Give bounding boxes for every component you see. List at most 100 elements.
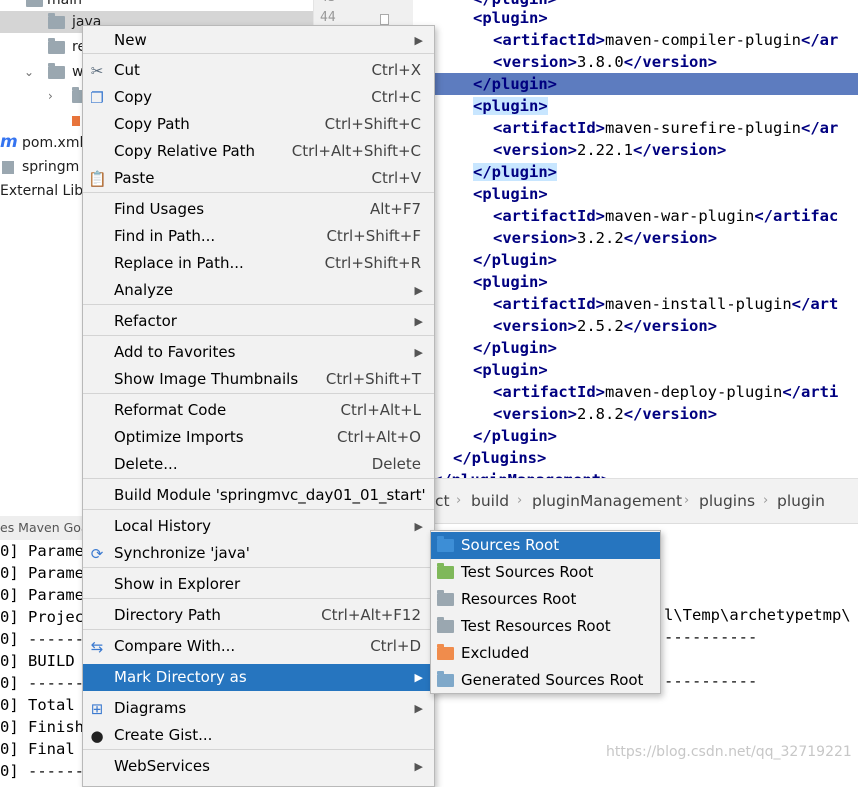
code-line[interactable]: <plugin>: [413, 271, 858, 293]
menu-item-shortcut: Ctrl+D: [370, 637, 421, 655]
xml-bracket: >: [538, 273, 548, 291]
menu-item-show-in-explorer[interactable]: Show in Explorer: [83, 571, 434, 598]
menu-item-compare-with[interactable]: ⇆ Compare With... Ctrl+D: [83, 633, 434, 660]
xml-bracket: <: [473, 185, 483, 203]
code-line[interactable]: <version>2.5.2</version>: [413, 315, 858, 337]
code-line[interactable]: </plugin>: [413, 161, 858, 183]
xml-tag-name: plugin: [482, 273, 539, 291]
menu-item-reformat-code[interactable]: Reformat Code Ctrl+Alt+L: [83, 397, 434, 424]
chevron-down-icon[interactable]: ⌄: [24, 61, 34, 83]
code-line[interactable]: <version>2.8.2</version>: [413, 403, 858, 425]
code-line[interactable]: </plugin>: [413, 425, 858, 447]
code-line[interactable]: </plugin>: [413, 73, 858, 95]
menu-item-label: Synchronize 'java': [114, 544, 250, 562]
menu-item-find-usages[interactable]: Find Usages Alt+F7: [83, 196, 434, 223]
module-file-icon: [2, 161, 14, 174]
xml-bracket: >: [595, 295, 606, 313]
menu-item-local-history[interactable]: Local History ▶: [83, 513, 434, 540]
menu-item-paste[interactable]: 📋 Paste Ctrl+V: [83, 165, 434, 192]
menu-item-diagrams[interactable]: ⊞ Diagrams ▶: [83, 695, 434, 722]
menu-item-copy-relative-path[interactable]: Copy Relative Path Ctrl+Alt+Shift+C: [83, 138, 434, 165]
menu-item-synchronize-java[interactable]: ⟳ Synchronize 'java': [83, 540, 434, 567]
console-line: 0] Parame: [0, 564, 84, 582]
code-line[interactable]: </pluginManagement>: [413, 469, 858, 478]
menu-separator: [83, 598, 434, 599]
xml-tag-name: plugin: [482, 97, 539, 115]
submenu-item-sources-root[interactable]: Sources Root: [431, 532, 660, 559]
menu-item-add-to-favorites[interactable]: Add to Favorites ▶: [83, 339, 434, 366]
scissors-icon: ✂: [90, 62, 104, 80]
menu-item-directory-path[interactable]: Directory Path Ctrl+Alt+F12: [83, 602, 434, 629]
code-line[interactable]: <version>2.22.1</version>: [413, 139, 858, 161]
xml-bracket: <: [493, 31, 503, 49]
code-line[interactable]: </plugin>: [413, 249, 858, 271]
submenu-item-test-sources-root[interactable]: Test Sources Root: [431, 559, 660, 586]
xml-text: 3.8.0: [577, 53, 624, 71]
xml-tag-name: artifactId: [502, 119, 596, 137]
code-line[interactable]: <artifactId>maven-compiler-plugin</ar: [413, 29, 858, 51]
code-line[interactable]: <plugin>: [413, 359, 858, 381]
submenu-item-label: Resources Root: [461, 590, 577, 608]
xml-bracket: <: [493, 53, 503, 71]
menu-item-label: Show in Explorer: [114, 575, 241, 593]
code-line[interactable]: </plugin>: [413, 337, 858, 359]
xml-text: 2.5.2: [577, 317, 624, 335]
code-line[interactable]: <version>3.8.0</version>: [413, 51, 858, 73]
breadcrumb-item[interactable]: build: [471, 479, 509, 523]
menu-item-cut[interactable]: ✂ Cut Ctrl+X: [83, 57, 434, 84]
code-line[interactable]: <artifactId>maven-install-plugin</art: [413, 293, 858, 315]
tree-item-main[interactable]: main: [0, 0, 313, 11]
code-line[interactable]: <version>3.2.2</version>: [413, 227, 858, 249]
submenu-item-resources-root[interactable]: Resources Root: [431, 586, 660, 613]
breadcrumb-item[interactable]: ct: [435, 479, 450, 523]
xml-bracket: <: [473, 273, 483, 291]
xml-bracket: </: [623, 317, 643, 335]
menu-item-new[interactable]: New ▶: [83, 27, 434, 54]
menu-item-show-image-thumbnails[interactable]: Show Image Thumbnails Ctrl+Shift+T: [83, 366, 434, 393]
code-line[interactable]: <plugin>: [413, 7, 858, 29]
code-editor[interactable]: </plugin><plugin><artifactId>maven-compi…: [413, 0, 858, 478]
menu-item-analyze[interactable]: Analyze ▶: [83, 277, 434, 304]
menu-item-copy[interactable]: ❐ Copy Ctrl+C: [83, 84, 434, 111]
code-line[interactable]: <artifactId>maven-deploy-plugin</arti: [413, 381, 858, 403]
fold-marker-icon[interactable]: [380, 14, 389, 25]
menu-item-label: Find in Path...: [114, 227, 216, 245]
breadcrumb-item[interactable]: plugin: [777, 479, 825, 523]
code-line[interactable]: <plugin>: [413, 183, 858, 205]
xml-bracket: >: [707, 405, 718, 423]
sync-icon: ⟳: [90, 545, 104, 563]
mark-directory-submenu: Sources Root Test Sources Root Resources R…: [430, 530, 661, 694]
menu-item-create-gist[interactable]: ● Create Gist...: [83, 722, 434, 749]
breadcrumb-item[interactable]: pluginManagement: [532, 479, 682, 523]
submenu-item-test-resources-root[interactable]: Test Resources Root: [431, 613, 660, 640]
xml-text: maven-compiler-plugin: [605, 31, 801, 49]
submenu-item-excluded[interactable]: Excluded: [431, 640, 660, 667]
menu-item-optimize-imports[interactable]: Optimize Imports Ctrl+Alt+O: [83, 424, 434, 451]
menu-item-webservices[interactable]: WebServices ▶: [83, 753, 434, 780]
menu-item-delete[interactable]: Delete... Delete: [83, 451, 434, 478]
xml-tag-name: version: [642, 405, 708, 423]
menu-item-label: New: [114, 31, 147, 49]
menu-item-refactor[interactable]: Refactor ▶: [83, 308, 434, 335]
menu-item-copy-path[interactable]: Copy Path Ctrl+Shift+C: [83, 111, 434, 138]
xml-bracket: <: [493, 119, 503, 137]
menu-item-label: WebServices: [114, 757, 210, 775]
menu-item-build-module-springmvc-day01-01-start[interactable]: Build Module 'springmvc_day01_01_start': [83, 482, 434, 509]
chevron-right-icon[interactable]: ›: [48, 85, 53, 107]
folder-icon: [437, 617, 454, 633]
xml-bracket: >: [595, 31, 606, 49]
menu-item-find-in-path[interactable]: Find in Path... Ctrl+Shift+F: [83, 223, 434, 250]
code-line[interactable]: <plugin>: [413, 95, 858, 117]
xml-bracket: >: [567, 317, 578, 335]
menu-item-replace-in-path[interactable]: Replace in Path... Ctrl+Shift+R: [83, 250, 434, 277]
code-line[interactable]: <artifactId>maven-war-plugin</artifac: [413, 205, 858, 227]
breadcrumb-item[interactable]: plugins: [699, 479, 755, 523]
code-line[interactable]: <artifactId>maven-surefire-plugin</ar: [413, 117, 858, 139]
xml-text: 2.8.2: [577, 405, 624, 423]
xml-tag-name: version: [642, 229, 708, 247]
code-line[interactable]: </plugins>: [413, 447, 858, 469]
menu-item-mark-directory-as[interactable]: Mark Directory as ▶: [83, 664, 434, 691]
xml-bracket: </: [473, 427, 492, 445]
xml-tag-name: version: [502, 405, 568, 423]
submenu-item-generated-sources-root[interactable]: Generated Sources Root: [431, 667, 660, 694]
